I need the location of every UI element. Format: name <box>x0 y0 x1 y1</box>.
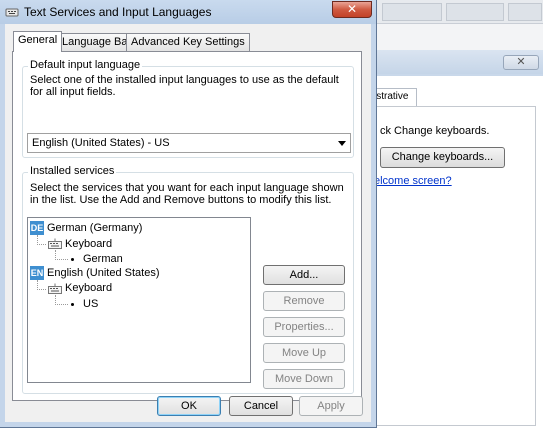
installed-services-tree[interactable]: DE German (Germany) Keyboard German EN E… <box>27 217 251 383</box>
move-up-button[interactable]: Move Up <box>263 343 345 363</box>
tree-item-language[interactable]: English (United States) <box>47 267 160 279</box>
change-keyboards-button[interactable]: Change keyboards... <box>380 147 505 168</box>
keyboard-icon <box>48 283 62 294</box>
bullet-icon <box>71 303 74 306</box>
default-input-language-label: Default input language <box>28 59 143 71</box>
keyboard-app-icon <box>5 8 19 17</box>
ok-button[interactable]: OK <box>157 396 221 416</box>
control-panel-window: ✕ istrative ck Change keyboards. Change … <box>369 50 543 428</box>
tree-connector <box>37 289 46 290</box>
background-tab[interactable] <box>446 3 504 21</box>
tree-connector <box>55 259 68 260</box>
keyboard-icon <box>48 238 62 249</box>
move-down-button[interactable]: Move Down <box>263 369 345 389</box>
default-language-description: Select one of the installed input langua… <box>30 74 339 98</box>
chevron-down-icon <box>338 141 346 146</box>
add-button[interactable]: Add... <box>263 265 345 285</box>
tree-item-layout[interactable]: German <box>83 253 123 265</box>
cancel-button[interactable]: Cancel <box>229 396 293 416</box>
dialog-titlebar[interactable]: Text Services and Input Languages ✕ <box>0 0 376 24</box>
tree-connector <box>55 304 68 305</box>
general-tab-panel: Default input language Select one of the… <box>12 51 362 401</box>
dialog-client-area: General Language Bar Advanced Key Settin… <box>5 24 371 422</box>
default-language-value: English (United States) - US <box>32 137 170 149</box>
text-services-dialog: Text Services and Input Languages ✕ Gene… <box>0 0 377 428</box>
language-badge-icon: EN <box>30 266 44 280</box>
installed-services-label: Installed services <box>28 165 117 177</box>
tree-item-layout[interactable]: US <box>83 298 98 310</box>
dialog-title: Text Services and Input Languages <box>24 5 212 19</box>
welcome-screen-link[interactable]: elcome screen? <box>374 175 452 187</box>
tree-item-category[interactable]: Keyboard <box>65 282 112 294</box>
properties-button[interactable]: Properties... <box>263 317 345 337</box>
tree-connector <box>37 244 46 245</box>
keyboards-languages-panel: ck Change keyboards. Change keyboards...… <box>371 106 536 426</box>
tree-item-category[interactable]: Keyboard <box>65 238 112 250</box>
installed-services-description: Select the services that you want for ea… <box>30 182 344 206</box>
apply-button[interactable]: Apply <box>299 396 363 416</box>
tree-item-language[interactable]: German (Germany) <box>47 222 142 234</box>
background-tab[interactable] <box>382 3 442 21</box>
close-button[interactable]: ✕ <box>332 1 372 18</box>
background-tab-strip <box>372 0 543 24</box>
tab-language-bar[interactable]: Language Bar <box>57 33 137 51</box>
control-panel-close-button[interactable]: ✕ <box>503 55 539 70</box>
default-language-dropdown[interactable]: English (United States) - US <box>27 133 351 153</box>
language-badge-icon: DE <box>30 221 44 235</box>
bullet-icon <box>71 258 74 261</box>
control-panel-body: istrative ck Change keyboards. Change ke… <box>369 76 543 428</box>
tab-general[interactable]: General <box>13 31 63 52</box>
background-tab[interactable] <box>508 3 542 21</box>
tab-advanced-key-settings[interactable]: Advanced Key Settings <box>126 33 250 51</box>
change-keyboards-instruction: ck Change keyboards. <box>380 125 490 137</box>
remove-button[interactable]: Remove <box>263 291 345 311</box>
